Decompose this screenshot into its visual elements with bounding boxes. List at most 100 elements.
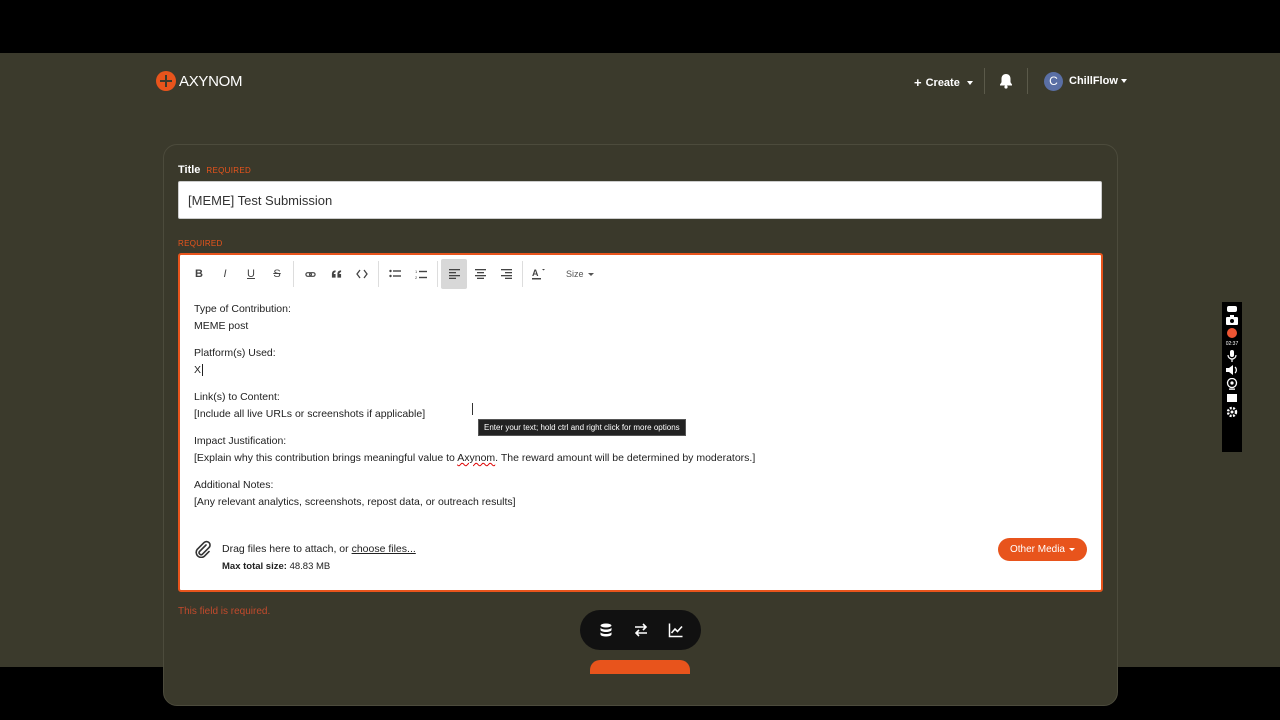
paragraph: Platform(s) Used: X​	[194, 345, 755, 379]
editor-tooltip: Enter your text; hold ctrl and right cli…	[478, 419, 686, 436]
attachment-text: Drag files here to attach, or choose fil…	[222, 540, 416, 576]
text-cursor-icon	[472, 403, 476, 415]
gear-icon[interactable]	[1226, 406, 1238, 418]
choose-files-link[interactable]: choose files...	[352, 543, 416, 555]
other-media-label: Other Media	[1009, 544, 1065, 555]
body-required-tag: REQUIRED	[178, 239, 223, 248]
underline-icon: U	[247, 268, 255, 280]
drag-text: Drag files here to attach, or	[222, 543, 352, 555]
text-segment: . The reward amount will be determined b…	[495, 452, 756, 464]
recorder-settings-icon[interactable]	[1227, 306, 1237, 312]
numbered-list-icon: 12	[415, 269, 427, 280]
max-size-value: 48.83 MB	[286, 561, 331, 572]
text-line: MEME post	[194, 320, 249, 332]
quote-icon	[331, 270, 341, 278]
align-right-icon	[500, 269, 512, 279]
text-line: Platform(s) Used:	[194, 347, 276, 359]
paperclip-icon	[195, 540, 211, 558]
username-label: ChillFlow	[1069, 75, 1118, 87]
bold-button[interactable]: B	[186, 259, 212, 289]
align-center-icon	[474, 269, 486, 279]
validation-error: This field is required.	[178, 606, 271, 617]
speaker-icon[interactable]	[1226, 365, 1238, 375]
create-label: Create	[925, 76, 960, 89]
font-size-dropdown[interactable]: Size	[566, 269, 594, 279]
toolbar-divider	[522, 261, 523, 287]
logo-mark-icon	[156, 71, 176, 91]
blockquote-button[interactable]	[323, 259, 349, 289]
text-color-button[interactable]: A	[526, 259, 552, 289]
toolbar-divider	[293, 261, 294, 287]
toolbar-divider	[437, 261, 438, 287]
recorder-toolbar: 02:37	[1222, 302, 1242, 452]
misspelled-word[interactable]: Axynom	[457, 452, 495, 464]
max-size-line: Max total size: 48.83 MB	[222, 558, 416, 576]
link-button[interactable]	[297, 259, 323, 289]
create-menu-button[interactable]: + Create	[914, 75, 973, 90]
required-tag: REQUIRED	[206, 166, 252, 175]
paragraph: Additional Notes: [Any relevant analytic…	[194, 477, 755, 511]
nav-divider	[984, 68, 985, 94]
align-left-button[interactable]	[441, 259, 467, 289]
swap-arrows-icon[interactable]	[633, 622, 649, 638]
chevron-down-icon	[1120, 79, 1127, 84]
camera-icon[interactable]	[1226, 315, 1238, 325]
bullet-list-button[interactable]	[382, 259, 408, 289]
strikethrough-button[interactable]: S	[264, 259, 290, 289]
drag-text-line: Drag files here to attach, or choose fil…	[222, 540, 416, 558]
text-value: X	[194, 364, 202, 376]
paragraph: Type of Contribution: MEME post	[194, 301, 755, 335]
plus-icon: +	[914, 75, 922, 90]
paragraph: Impact Justification: [Explain why this …	[194, 433, 755, 467]
brand-name: AXYNOM	[179, 72, 243, 90]
font-size-label: Size	[566, 269, 584, 279]
italic-icon: I	[223, 268, 227, 280]
code-icon	[356, 269, 368, 279]
svg-text:1: 1	[415, 269, 418, 274]
text-line: Type of Contribution:	[194, 303, 291, 315]
svg-text:A: A	[532, 268, 539, 278]
floating-action-dock	[580, 610, 701, 650]
text-segment: [Explain why this contribution brings me…	[194, 452, 458, 464]
link-icon	[304, 271, 316, 277]
text-line: [Explain why this contribution brings me…	[194, 450, 755, 467]
user-menu-button[interactable]: ChillFlow	[1069, 75, 1127, 87]
code-button[interactable]	[349, 259, 375, 289]
microphone-icon[interactable]	[1227, 350, 1237, 362]
webcam-icon[interactable]	[1226, 378, 1238, 390]
text-line: [Any relevant analytics, screenshots, re…	[194, 496, 516, 508]
chevron-down-icon	[587, 272, 594, 276]
align-center-button[interactable]	[467, 259, 493, 289]
align-right-button[interactable]	[493, 259, 519, 289]
window-icon[interactable]	[1226, 393, 1238, 403]
attachment-dropzone[interactable]: Drag files here to attach, or choose fil…	[194, 540, 416, 576]
numbered-list-button[interactable]: 12	[408, 259, 434, 289]
align-left-icon	[448, 269, 460, 279]
chevron-down-icon	[1069, 548, 1075, 551]
text-line: Additional Notes:	[194, 479, 274, 491]
recording-time: 02:37	[1225, 341, 1239, 347]
text-color-icon: A	[532, 268, 545, 280]
underline-button[interactable]: U	[238, 259, 264, 289]
chevron-down-icon	[966, 80, 973, 85]
database-icon[interactable]	[598, 622, 614, 638]
avatar[interactable]: C	[1044, 72, 1063, 91]
text-cursor: ​	[202, 364, 204, 376]
other-media-button[interactable]: Other Media	[997, 538, 1087, 561]
editor-toolbar: B I U S 12 A Size	[186, 259, 594, 289]
bell-icon[interactable]	[998, 73, 1014, 89]
nav-divider	[1027, 68, 1028, 94]
italic-button[interactable]: I	[212, 259, 238, 289]
max-size-label: Max total size:	[222, 561, 287, 572]
chart-line-icon[interactable]	[668, 622, 684, 638]
record-icon[interactable]	[1227, 328, 1237, 338]
brand-logo[interactable]: AXYNOM	[156, 71, 243, 91]
title-label: Title REQUIRED	[178, 164, 251, 176]
submit-button[interactable]	[590, 660, 690, 674]
title-input[interactable]	[178, 181, 1102, 219]
text-line: X​	[194, 362, 755, 379]
strikethrough-icon: S	[273, 268, 281, 280]
title-label-text: Title	[178, 164, 201, 176]
bullet-list-icon	[389, 269, 401, 278]
bold-icon: B	[195, 268, 203, 280]
